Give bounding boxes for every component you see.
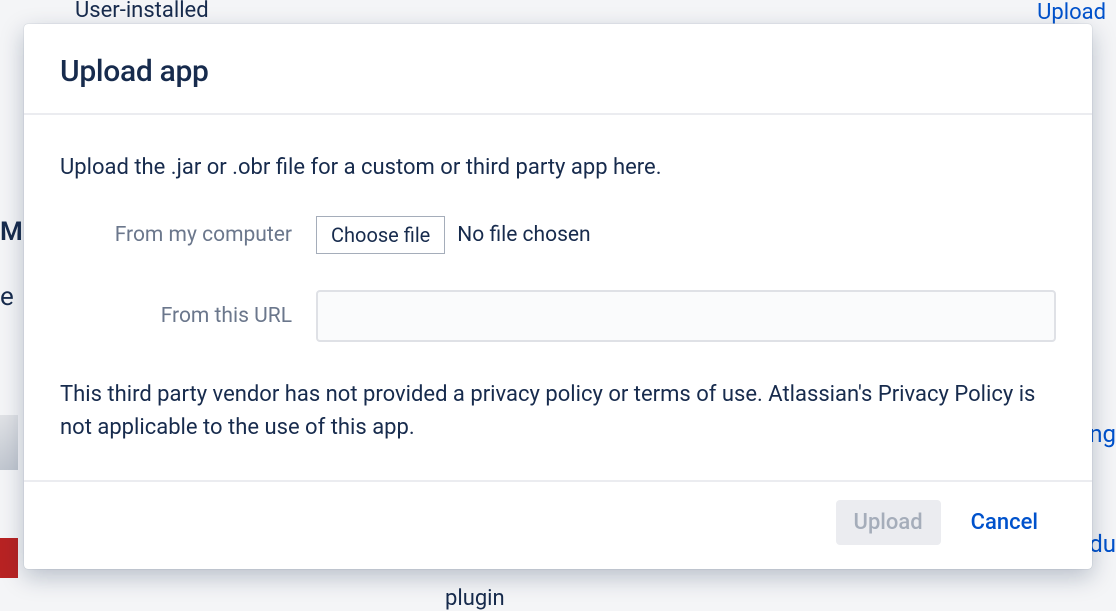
from-url-row: From this URL <box>60 290 1056 342</box>
choose-file-button[interactable]: Choose file <box>316 216 445 254</box>
cancel-button[interactable]: Cancel <box>953 500 1056 545</box>
cropped-text-plugin: plugin <box>445 586 505 611</box>
dropdown-visible-text: User-installed <box>75 0 209 23</box>
file-chosen-status: No file chosen <box>457 223 590 247</box>
modal-header: Upload app <box>24 24 1092 113</box>
modal-body: Upload the .jar or .obr file for a custo… <box>24 115 1092 480</box>
cropped-text-du: du <box>1089 530 1116 558</box>
upload-instruction-text: Upload the .jar or .obr file for a custo… <box>60 155 1056 180</box>
from-url-label: From this URL <box>60 304 316 328</box>
background-thumbnail <box>0 415 18 470</box>
file-picker: Choose file No file chosen <box>316 216 591 254</box>
url-input[interactable] <box>316 290 1056 342</box>
from-computer-label: From my computer <box>60 223 316 247</box>
upload-app-link-partial: Upload <box>1037 0 1106 25</box>
cropped-text-m: M <box>0 217 23 247</box>
upload-app-modal: Upload app Upload the .jar or .obr file … <box>24 24 1092 569</box>
cropped-text-ng: ng <box>1089 420 1116 448</box>
upload-button[interactable]: Upload <box>836 500 941 545</box>
modal-footer: Upload Cancel <box>24 482 1092 569</box>
cropped-text-e: e <box>0 282 14 312</box>
modal-title: Upload app <box>60 54 1056 89</box>
privacy-disclaimer-text: This third party vendor has not provided… <box>60 378 1056 444</box>
background-red-icon <box>0 538 18 578</box>
from-computer-row: From my computer Choose file No file cho… <box>60 216 1056 254</box>
